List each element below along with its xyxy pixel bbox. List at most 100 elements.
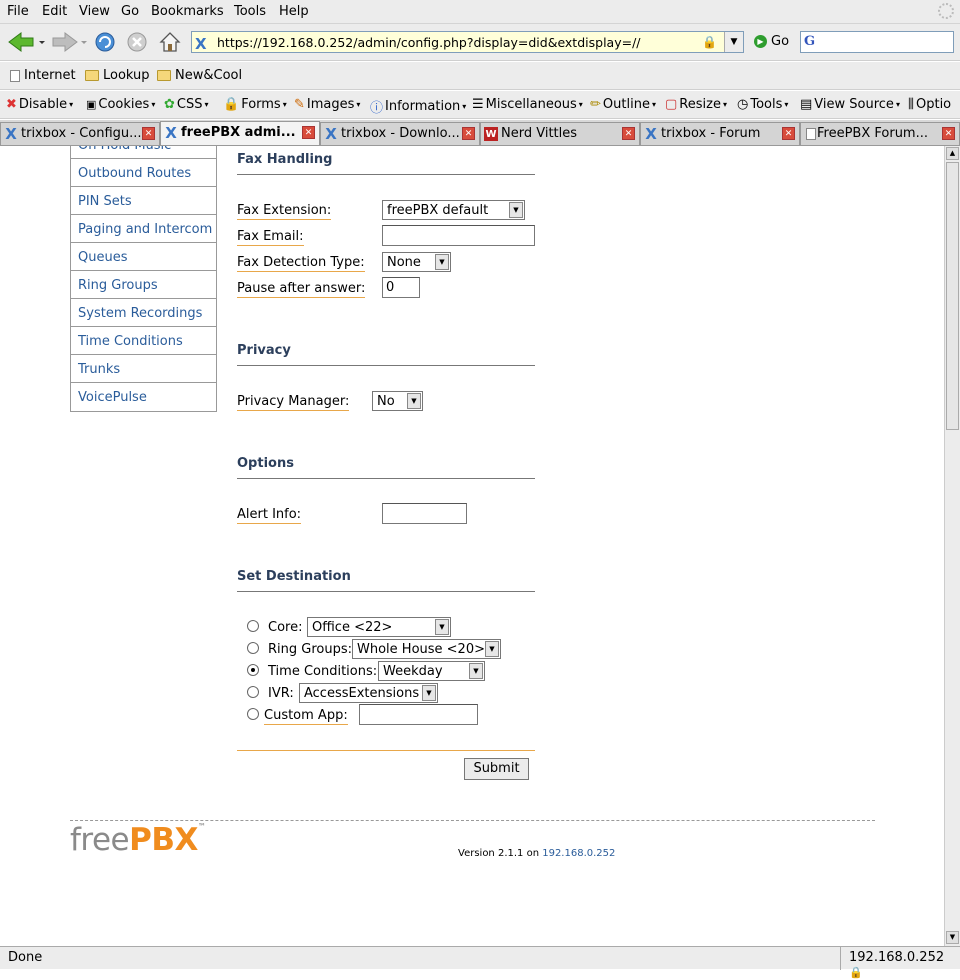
ivr-radio[interactable] [247, 686, 259, 698]
ring-groups-radio[interactable] [247, 642, 259, 654]
stop-button[interactable] [124, 28, 150, 56]
chevron-down-icon: ▼ [435, 619, 449, 635]
dev-resize-menu[interactable]: ▢ Resize ▾ [665, 97, 727, 112]
stop-icon [127, 32, 147, 52]
dev-css-menu[interactable]: ✿ CSS ▾ [164, 97, 209, 112]
ring-groups-label: Ring Groups: [268, 642, 352, 657]
view-source-icon: ▤ [800, 97, 813, 112]
dev-images-menu[interactable]: ✎ Images ▾ [294, 97, 360, 112]
search-input[interactable]: G [800, 31, 954, 53]
nav-voicepulse[interactable]: VoicePulse [71, 383, 216, 411]
chevron-down-icon: ▼ [509, 202, 523, 218]
dev-information-menu[interactable]: ⓘ Information ▾ [370, 97, 466, 116]
dev-view-source-menu[interactable]: ▤ View Source ▾ [800, 97, 900, 112]
tab-nerd-vittles[interactable]: W Nerd Vittles ✕ [480, 122, 640, 145]
nav-trunks[interactable]: Trunks [71, 355, 216, 383]
alert-info-input[interactable] [382, 503, 467, 524]
url-dropdown-button[interactable]: ▼ [724, 32, 743, 52]
bookmark-newcool[interactable]: New&Cool [157, 68, 242, 83]
menu-view[interactable]: View [79, 4, 110, 19]
close-tab-icon[interactable]: ✕ [942, 127, 955, 140]
trixbox-icon: X [165, 124, 177, 142]
folder-icon [157, 70, 171, 81]
dev-options-menu[interactable]: ⫼ Optio [908, 97, 951, 112]
lock-icon[interactable]: 🔒 [849, 966, 863, 979]
nav-paging-intercom[interactable]: Paging and Intercom [71, 215, 216, 243]
close-tab-icon[interactable]: ✕ [142, 127, 155, 140]
nav-outbound-routes[interactable]: Outbound Routes [71, 159, 216, 187]
custom-app-input[interactable] [359, 704, 478, 725]
disable-icon: ✖ [6, 97, 17, 112]
bookmark-lookup[interactable]: Lookup [85, 68, 150, 83]
fax-email-input[interactable] [382, 225, 535, 246]
core-select[interactable]: Office <22> ▼ [307, 617, 451, 637]
lock-icon[interactable]: 🔒 [702, 35, 717, 49]
nav-system-recordings[interactable]: System Recordings [71, 299, 216, 327]
privacy-manager-select[interactable]: No ▼ [372, 391, 423, 411]
web-developer-toolbar: ✖ Disable ▾ ▣ Cookies ▾ ✿ CSS ▾ 🔒 Forms ▾ ✎ Image… [0, 91, 960, 119]
set-destination-heading: Set Destination [237, 569, 535, 592]
time-conditions-radio[interactable] [247, 664, 259, 676]
pause-after-answer-label: Pause after answer: [237, 281, 366, 298]
go-label: Go [771, 34, 790, 49]
tab-freepbx-admin[interactable]: X freePBX admi... ✕ [160, 121, 320, 145]
ring-groups-select[interactable]: Whole House <20> ▼ [352, 639, 501, 659]
dev-miscellaneous-menu[interactable]: ☰ Miscellaneous ▾ [472, 97, 583, 112]
alert-info-label: Alert Info: [237, 507, 302, 524]
tab-freepbx-forum[interactable]: FreePBX Forum... ✕ [800, 122, 960, 145]
menu-edit[interactable]: Edit [42, 4, 67, 19]
throbber-icon [938, 3, 954, 19]
core-radio[interactable] [247, 620, 259, 632]
url-bar[interactable]: X https://192.168.0.252/admin/config.php… [191, 31, 744, 53]
tab-trixbox-configuration[interactable]: X trixbox - Configu... ✕ [0, 122, 160, 145]
custom-app-radio[interactable] [247, 708, 259, 720]
menu-help[interactable]: Help [279, 4, 309, 19]
vertical-scrollbar[interactable]: ▲ ▼ [944, 146, 960, 946]
reload-button[interactable] [92, 28, 118, 56]
pause-after-answer-input[interactable]: 0 [382, 277, 420, 298]
menu-tools[interactable]: Tools [234, 4, 266, 19]
close-tab-icon[interactable]: ✕ [622, 127, 635, 140]
forward-button[interactable] [48, 28, 90, 56]
menu-go[interactable]: Go [121, 4, 139, 19]
nav-time-conditions[interactable]: Time Conditions [71, 327, 216, 355]
freepbx-logo: freePBX™ [70, 822, 206, 858]
status-bar: Done 192.168.0.252 🔒 [0, 946, 960, 979]
dev-outline-menu[interactable]: ✏ Outline ▾ [590, 97, 656, 112]
fax-email-label: Fax Email: [237, 229, 304, 246]
scroll-up-icon[interactable]: ▲ [946, 147, 959, 160]
tab-trixbox-forum[interactable]: X trixbox - Forum ✕ [640, 122, 800, 145]
home-button[interactable] [156, 28, 184, 56]
navigation-toolbar: X https://192.168.0.252/admin/config.php… [0, 24, 960, 61]
dev-tools-menu[interactable]: ◷ Tools ▾ [737, 97, 788, 112]
dev-cookies-menu[interactable]: ▣ Cookies ▾ [86, 97, 155, 112]
nav-queues[interactable]: Queues [71, 243, 216, 271]
close-tab-icon[interactable]: ✕ [302, 126, 315, 139]
dev-disable-menu[interactable]: ✖ Disable ▾ [6, 97, 73, 112]
ivr-select[interactable]: AccessExtensions ▼ [299, 683, 438, 703]
nerd-vittles-icon: W [484, 127, 498, 141]
chevron-down-icon: ▼ [407, 393, 421, 409]
submit-button[interactable]: Submit [464, 758, 529, 780]
scrollbar-thumb[interactable] [946, 162, 959, 430]
nav-pin-sets[interactable]: PIN Sets [71, 187, 216, 215]
bookmark-internet[interactable]: Internet [10, 68, 76, 83]
close-tab-icon[interactable]: ✕ [782, 127, 795, 140]
folder-icon [85, 70, 99, 81]
back-button[interactable] [4, 28, 46, 56]
close-tab-icon[interactable]: ✕ [462, 127, 475, 140]
menu-file[interactable]: File [7, 4, 29, 19]
time-conditions-select[interactable]: Weekday ▼ [378, 661, 485, 681]
tab-trixbox-download[interactable]: X trixbox - Downlo... ✕ [320, 122, 480, 145]
fax-extension-select[interactable]: freePBX default ▼ [382, 200, 525, 220]
fax-detection-type-select[interactable]: None ▼ [382, 252, 451, 272]
options-heading: Options [237, 456, 535, 479]
dev-forms-menu[interactable]: 🔒 Forms ▾ [223, 97, 287, 112]
url-text[interactable]: https://192.168.0.252/admin/config.php?d… [217, 35, 641, 50]
nav-on-hold-music[interactable]: On Hold Music [71, 146, 216, 159]
menu-bookmarks[interactable]: Bookmarks [151, 4, 224, 19]
nav-ring-groups[interactable]: Ring Groups [71, 271, 216, 299]
go-button[interactable]: ▶ Go [754, 34, 789, 49]
scroll-down-icon[interactable]: ▼ [946, 931, 959, 944]
server-ip-link[interactable]: 192.168.0.252 [542, 848, 615, 859]
